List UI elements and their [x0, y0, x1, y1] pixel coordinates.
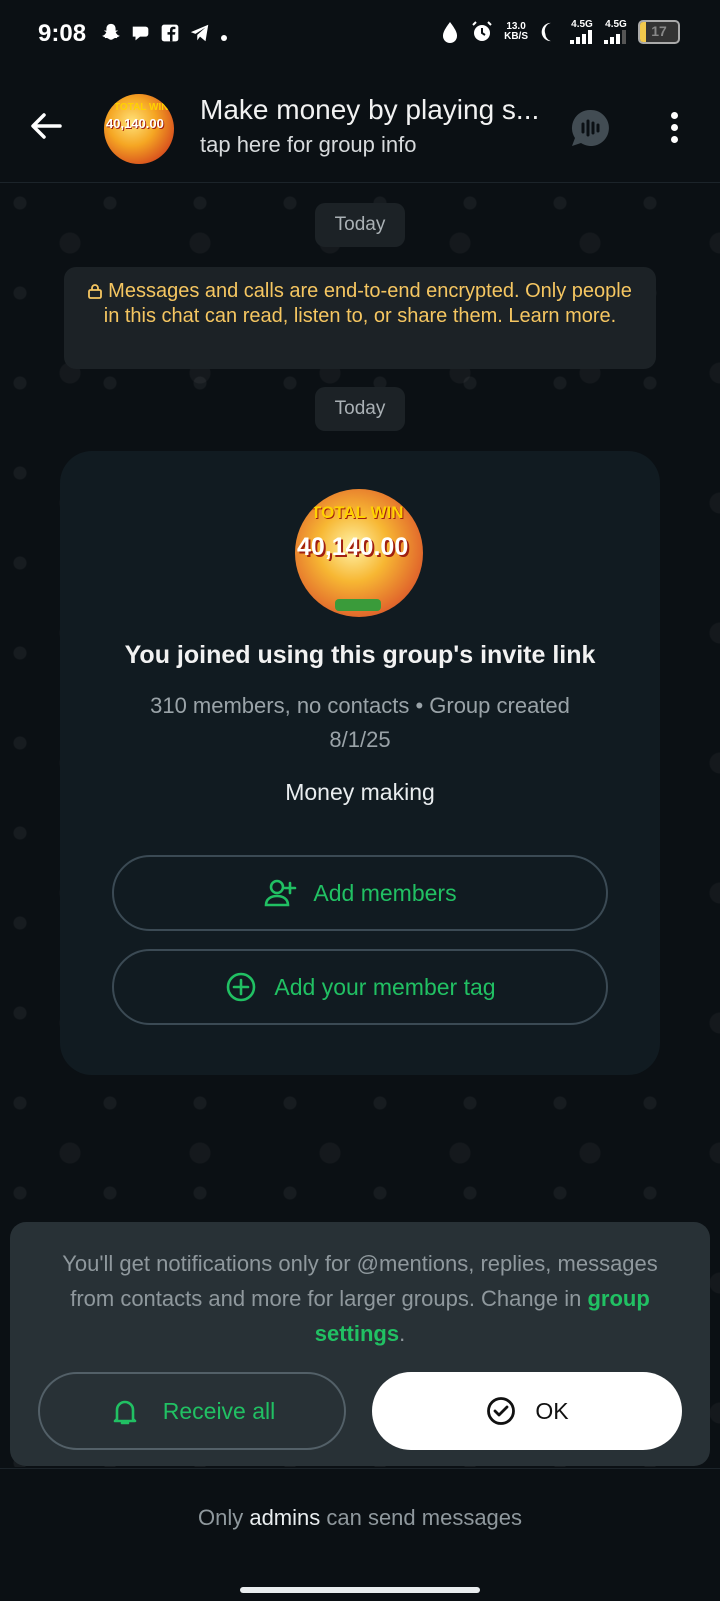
ok-label: OK: [535, 1397, 569, 1424]
add-members-button[interactable]: Add members: [112, 855, 608, 931]
signal-bars-icon: [570, 30, 592, 44]
data-saver-icon: [443, 22, 458, 43]
system-status: 13.0 KB/S 4.5G 4.5G 17: [440, 20, 680, 44]
footer-bar: Only admins can send messages: [0, 1468, 720, 1601]
group-title[interactable]: Make money by playing s...: [200, 94, 539, 126]
chat-header: TOTAL WIN 40,140.00 Make money by playin…: [0, 72, 720, 183]
add-member-tag-label: Add your member tag: [274, 973, 496, 1000]
encryption-notice[interactable]: Messages and calls are end-to-end encryp…: [64, 267, 656, 369]
group-avatar-large[interactable]: TOTAL WIN 40,140.00: [295, 489, 423, 617]
lock-icon: [88, 284, 103, 299]
admins-only-notice: Only admins can send messages: [197, 1505, 523, 1530]
notification-settings-banner: You'll get notifications only for @menti…: [10, 1222, 710, 1466]
status-time: 9:08: [38, 20, 87, 47]
notification-icons: [100, 22, 228, 50]
alarm-icon: [472, 21, 492, 41]
dot-icon: [220, 25, 228, 48]
admins-link[interactable]: admins: [249, 1505, 320, 1530]
add-person-icon: [265, 879, 297, 907]
more-options-icon[interactable]: [664, 108, 684, 148]
receive-all-button[interactable]: Receive all: [38, 1372, 346, 1450]
date-chip: Today: [315, 387, 405, 431]
join-title: You joined using this group's invite lin…: [124, 641, 596, 669]
group-join-card: TOTAL WIN 40,140.00 You joined using thi…: [60, 451, 660, 1075]
home-indicator[interactable]: [240, 1587, 480, 1593]
notice-text: You'll get notifications only for @menti…: [62, 1251, 658, 1346]
ok-button[interactable]: OK: [372, 1372, 682, 1450]
add-member-tag-button[interactable]: Add your member tag: [112, 949, 608, 1025]
moon-icon: [541, 22, 551, 42]
signal-2: 4.5G: [604, 20, 628, 44]
voice-chat-icon[interactable]: [568, 106, 612, 150]
status-bar: 9:08 13.0 KB/S 4.5G 4.5G 17: [0, 0, 720, 72]
date-chip: Today: [315, 203, 405, 247]
receive-all-label: Receive all: [162, 1397, 276, 1424]
bell-icon: [113, 1400, 137, 1425]
signal-1: 4.5G: [570, 20, 594, 44]
encryption-text: Messages and calls are end-to-end encryp…: [103, 280, 632, 327]
group-info-hint[interactable]: tap here for group info: [200, 132, 416, 158]
group-avatar[interactable]: TOTAL WIN 40,140.00: [104, 94, 174, 164]
facebook-icon: [160, 23, 180, 49]
group-meta: 310 members, no contacts • Group created…: [150, 693, 570, 752]
net-speed: 13.0 KB/S: [504, 21, 528, 42]
add-members-label: Add members: [313, 879, 457, 906]
back-arrow-icon[interactable]: [26, 106, 66, 146]
chat-icon: [130, 22, 152, 50]
check-circle-icon: [487, 1397, 516, 1425]
add-circle-icon: [227, 972, 256, 1002]
battery-icon: 17: [638, 20, 680, 44]
signal-bars-icon: [604, 30, 626, 44]
snapchat-icon: [100, 22, 122, 50]
group-description: Money making: [285, 779, 435, 805]
telegram-icon: [188, 22, 212, 50]
